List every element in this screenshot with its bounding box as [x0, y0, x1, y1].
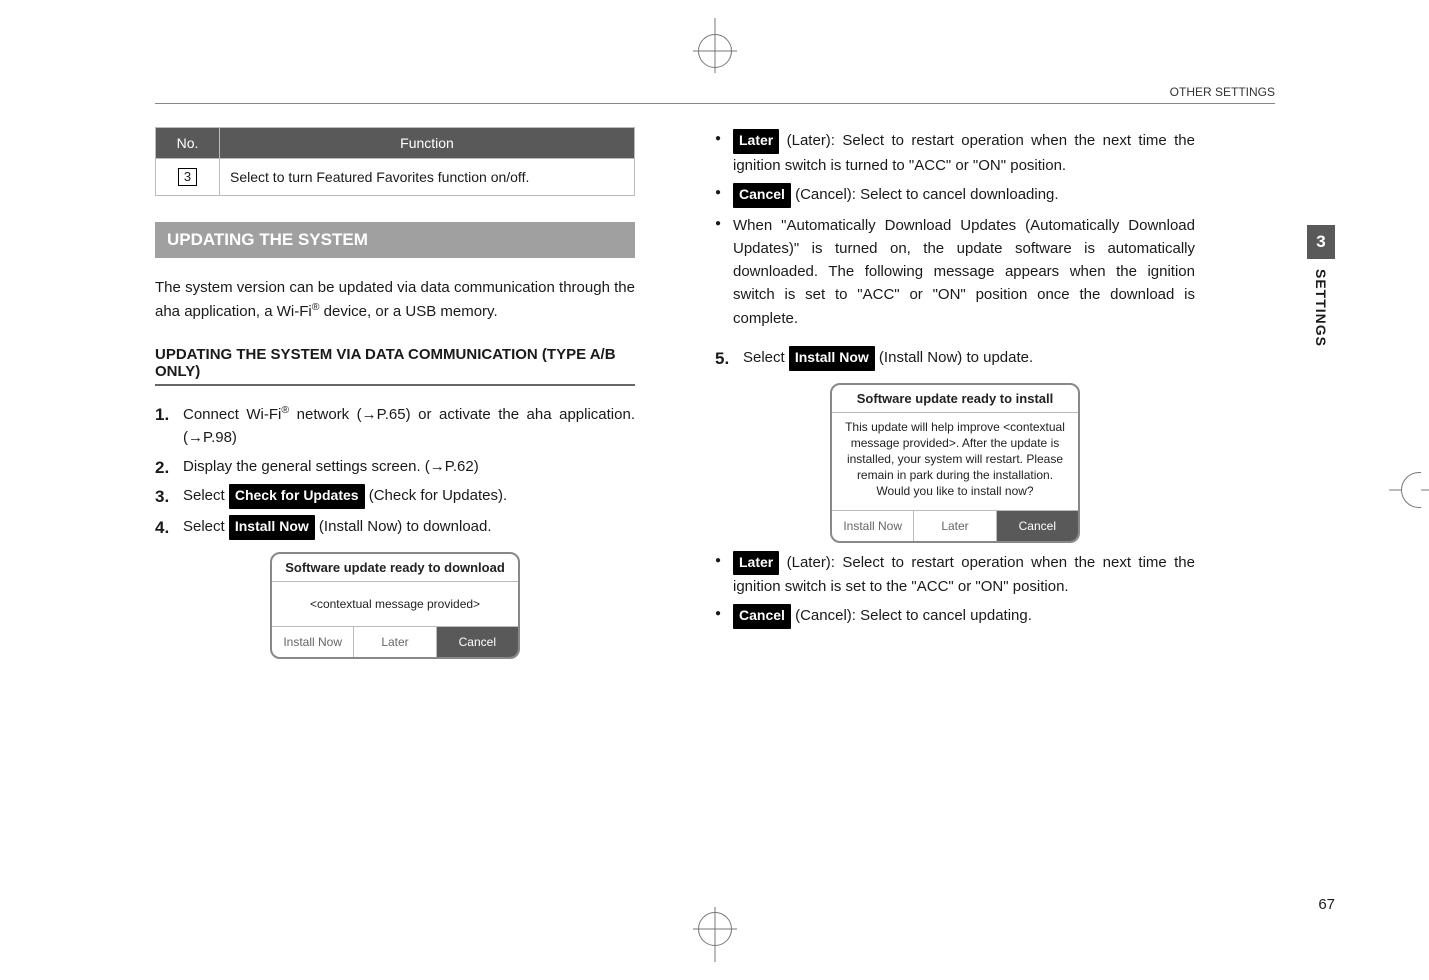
install-now-label: Install Now — [229, 515, 315, 540]
header-rule — [155, 103, 1275, 104]
dialog-title: Software update ready to download — [272, 554, 518, 582]
install-now-label: Install Now — [789, 346, 875, 371]
step-number: 5. — [715, 346, 729, 372]
header-category: OTHER SETTINGS — [1170, 85, 1275, 99]
left-column: No. Function 3 Select to turn Featured F… — [155, 127, 635, 667]
later-button[interactable]: Later — [354, 627, 436, 657]
steps-list-left: 1. Connect Wi-Fi® network (→P.65) or act… — [155, 402, 635, 540]
table-row: 3 Select to turn Featured Favorites func… — [156, 159, 635, 196]
install-dialog: Software update ready to install This up… — [830, 383, 1080, 543]
bullet-auto-download: When "Automatically Download Updates (Au… — [715, 214, 1195, 330]
step-4: 4. Select Install Now (Install Now) to d… — [155, 515, 635, 540]
download-dialog: Software update ready to download <conte… — [270, 552, 520, 659]
install-now-button[interactable]: Install Now — [272, 627, 354, 657]
check-for-updates-label: Check for Updates — [229, 484, 365, 509]
step-2: 2. Display the general settings screen. … — [155, 455, 635, 478]
crop-register — [698, 912, 732, 946]
dialog-buttons: Install Now Later Cancel — [272, 626, 518, 657]
step-text: Connect Wi-Fi® network (→P.65) or activa… — [183, 406, 635, 446]
dialog-title: Software update ready to install — [832, 385, 1078, 413]
step-number: 3. — [155, 484, 169, 510]
step-text: Select Check for Updates (Check for Upda… — [183, 487, 507, 504]
bullet-later: Later (Later): Select to restart operati… — [715, 551, 1195, 599]
chapter-label: SETTINGS — [1313, 269, 1329, 347]
bullet-cancel: Cancel (Cancel): Select to cancel downlo… — [715, 183, 1195, 208]
row-number-box: 3 — [178, 168, 197, 186]
function-table: No. Function 3 Select to turn Featured F… — [155, 127, 635, 196]
table-head-function: Function — [220, 128, 635, 159]
step-text: Select Install Now (Install Now) to down… — [183, 518, 492, 535]
crop-register — [698, 34, 732, 68]
crop-register — [1401, 472, 1421, 508]
dialog-body: This update will help improve <contextua… — [832, 413, 1078, 510]
cancel-label: Cancel — [733, 604, 791, 629]
bullet-list-bottom: Later (Later): Select to restart operati… — [715, 551, 1195, 630]
step-number: 2. — [155, 455, 169, 481]
step-3: 3. Select Check for Updates (Check for U… — [155, 484, 635, 509]
later-button[interactable]: Later — [914, 511, 996, 541]
step-text: Display the general settings screen. (→P… — [183, 458, 479, 475]
step-text: Select Install Now (Install Now) to upda… — [743, 349, 1033, 366]
section-heading: UPDATING THE SYSTEM — [155, 222, 635, 258]
dialog-buttons: Install Now Later Cancel — [832, 510, 1078, 541]
cancel-button[interactable]: Cancel — [437, 627, 518, 657]
sub-heading: UPDATING THE SYSTEM VIA DATA COMMUNICATI… — [155, 346, 635, 386]
step-number: 1. — [155, 402, 169, 428]
page-content: OTHER SETTINGS No. Function 3 Select to … — [155, 85, 1275, 895]
step-1: 1. Connect Wi-Fi® network (→P.65) or act… — [155, 402, 635, 450]
row-function-text: Select to turn Featured Favorites functi… — [220, 159, 635, 196]
install-now-button[interactable]: Install Now — [832, 511, 914, 541]
bullet-list-top: Later (Later): Select to restart operati… — [715, 129, 1195, 330]
dialog-body: <contextual message provided> — [272, 582, 518, 626]
cancel-label: Cancel — [733, 183, 791, 208]
later-label: Later — [733, 129, 779, 154]
chapter-tab: 3 SETTINGS — [1307, 225, 1335, 347]
bullet-cancel: Cancel (Cancel): Select to cancel updati… — [715, 604, 1195, 629]
bullet-later: Later (Later): Select to restart operati… — [715, 129, 1195, 177]
table-head-no: No. — [156, 128, 220, 159]
later-label: Later — [733, 551, 779, 576]
steps-list-right: 5. Select Install Now (Install Now) to u… — [715, 346, 1195, 371]
right-column: Later (Later): Select to restart operati… — [715, 127, 1195, 635]
intro-paragraph: The system version can be updated via da… — [155, 276, 635, 324]
chapter-number: 3 — [1307, 225, 1335, 259]
step-5: 5. Select Install Now (Install Now) to u… — [715, 346, 1195, 371]
page-number: 67 — [1318, 896, 1335, 913]
cancel-button[interactable]: Cancel — [997, 511, 1078, 541]
step-number: 4. — [155, 515, 169, 541]
